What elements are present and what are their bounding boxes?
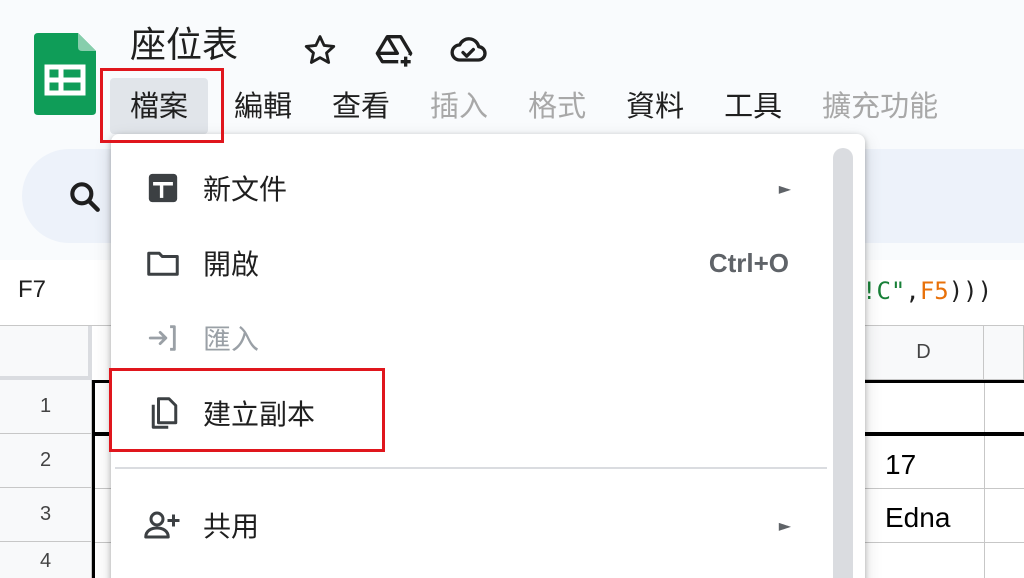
copy-icon (143, 393, 183, 433)
menu-item-label: 新文件 (203, 173, 288, 206)
table-border-left (92, 380, 95, 578)
menu-item-share[interactable]: 共用 ► (111, 489, 865, 561)
menu-item-label: 建立副本 (203, 398, 316, 431)
menu-item-label: 開啟 (203, 248, 260, 281)
column-header-e[interactable] (984, 326, 1024, 380)
cell-d3[interactable]: Edna (885, 502, 950, 534)
cell-d2[interactable]: 17 (885, 449, 916, 481)
menu-scrollbar[interactable] (833, 148, 853, 578)
submenu-arrow-icon: ► (778, 178, 791, 198)
cloud-saved-icon[interactable] (448, 30, 488, 70)
menu-format[interactable]: 格式 (508, 78, 606, 134)
menu-edit[interactable]: 編輯 (214, 78, 312, 134)
formula-separator: , (905, 277, 920, 305)
formula-input[interactable]: !C",F5))) (862, 277, 992, 305)
row-header-2[interactable]: 2 (0, 434, 92, 488)
sheets-logo-icon[interactable] (34, 33, 96, 115)
folder-icon (143, 243, 183, 283)
formula-reference-part: F5 (919, 277, 949, 305)
menu-item-label: 匯入 (203, 323, 260, 356)
shortcut-hint: Ctrl+O (708, 247, 789, 278)
menu-tools[interactable]: 工具 (704, 78, 802, 134)
name-box[interactable]: F7 (18, 276, 46, 304)
menu-item-import[interactable]: 匯入 (111, 302, 865, 374)
import-icon (143, 318, 183, 358)
file-menu-dropdown: 新文件 ► 開啟 Ctrl+O 匯入 建立副本 共用 ► (111, 134, 865, 578)
menu-insert[interactable]: 插入 (410, 78, 508, 134)
move-to-drive-icon[interactable] (374, 30, 414, 70)
menu-divider (115, 467, 827, 469)
menu-data[interactable]: 資料 (606, 78, 704, 134)
column-header-d[interactable]: D (864, 326, 984, 380)
sheets-app: 座位表 檔案 編輯 查看 插入 格式 資料 工具 擴充功能 F7 !C",F5)… (0, 0, 1024, 578)
formula-closing-parens: ))) (948, 277, 993, 305)
new-spreadsheet-icon (143, 168, 183, 208)
menu-view[interactable]: 查看 (312, 78, 410, 134)
menu-bar: 檔案 編輯 查看 插入 格式 資料 工具 擴充功能 (110, 78, 958, 134)
menu-item-new[interactable]: 新文件 ► (111, 152, 865, 224)
menu-extensions[interactable]: 擴充功能 (802, 78, 958, 134)
star-icon[interactable] (300, 30, 340, 70)
document-title[interactable]: 座位表 (130, 22, 238, 70)
search-menus-icon[interactable] (66, 178, 104, 216)
row-header-4[interactable]: 4 (0, 542, 92, 578)
column-divider (984, 380, 985, 578)
menu-item-label: 共用 (203, 510, 260, 543)
menu-item-make-copy[interactable]: 建立副本 (111, 377, 865, 449)
formula-string-part: !C" (862, 277, 906, 305)
row-header-3[interactable]: 3 (0, 488, 92, 542)
select-all-corner[interactable] (0, 326, 92, 380)
submenu-arrow-icon: ► (778, 515, 791, 535)
share-person-icon (143, 505, 183, 545)
menu-item-open[interactable]: 開啟 Ctrl+O (111, 227, 865, 299)
menu-file[interactable]: 檔案 (110, 78, 209, 134)
row-header-1[interactable]: 1 (0, 380, 92, 434)
